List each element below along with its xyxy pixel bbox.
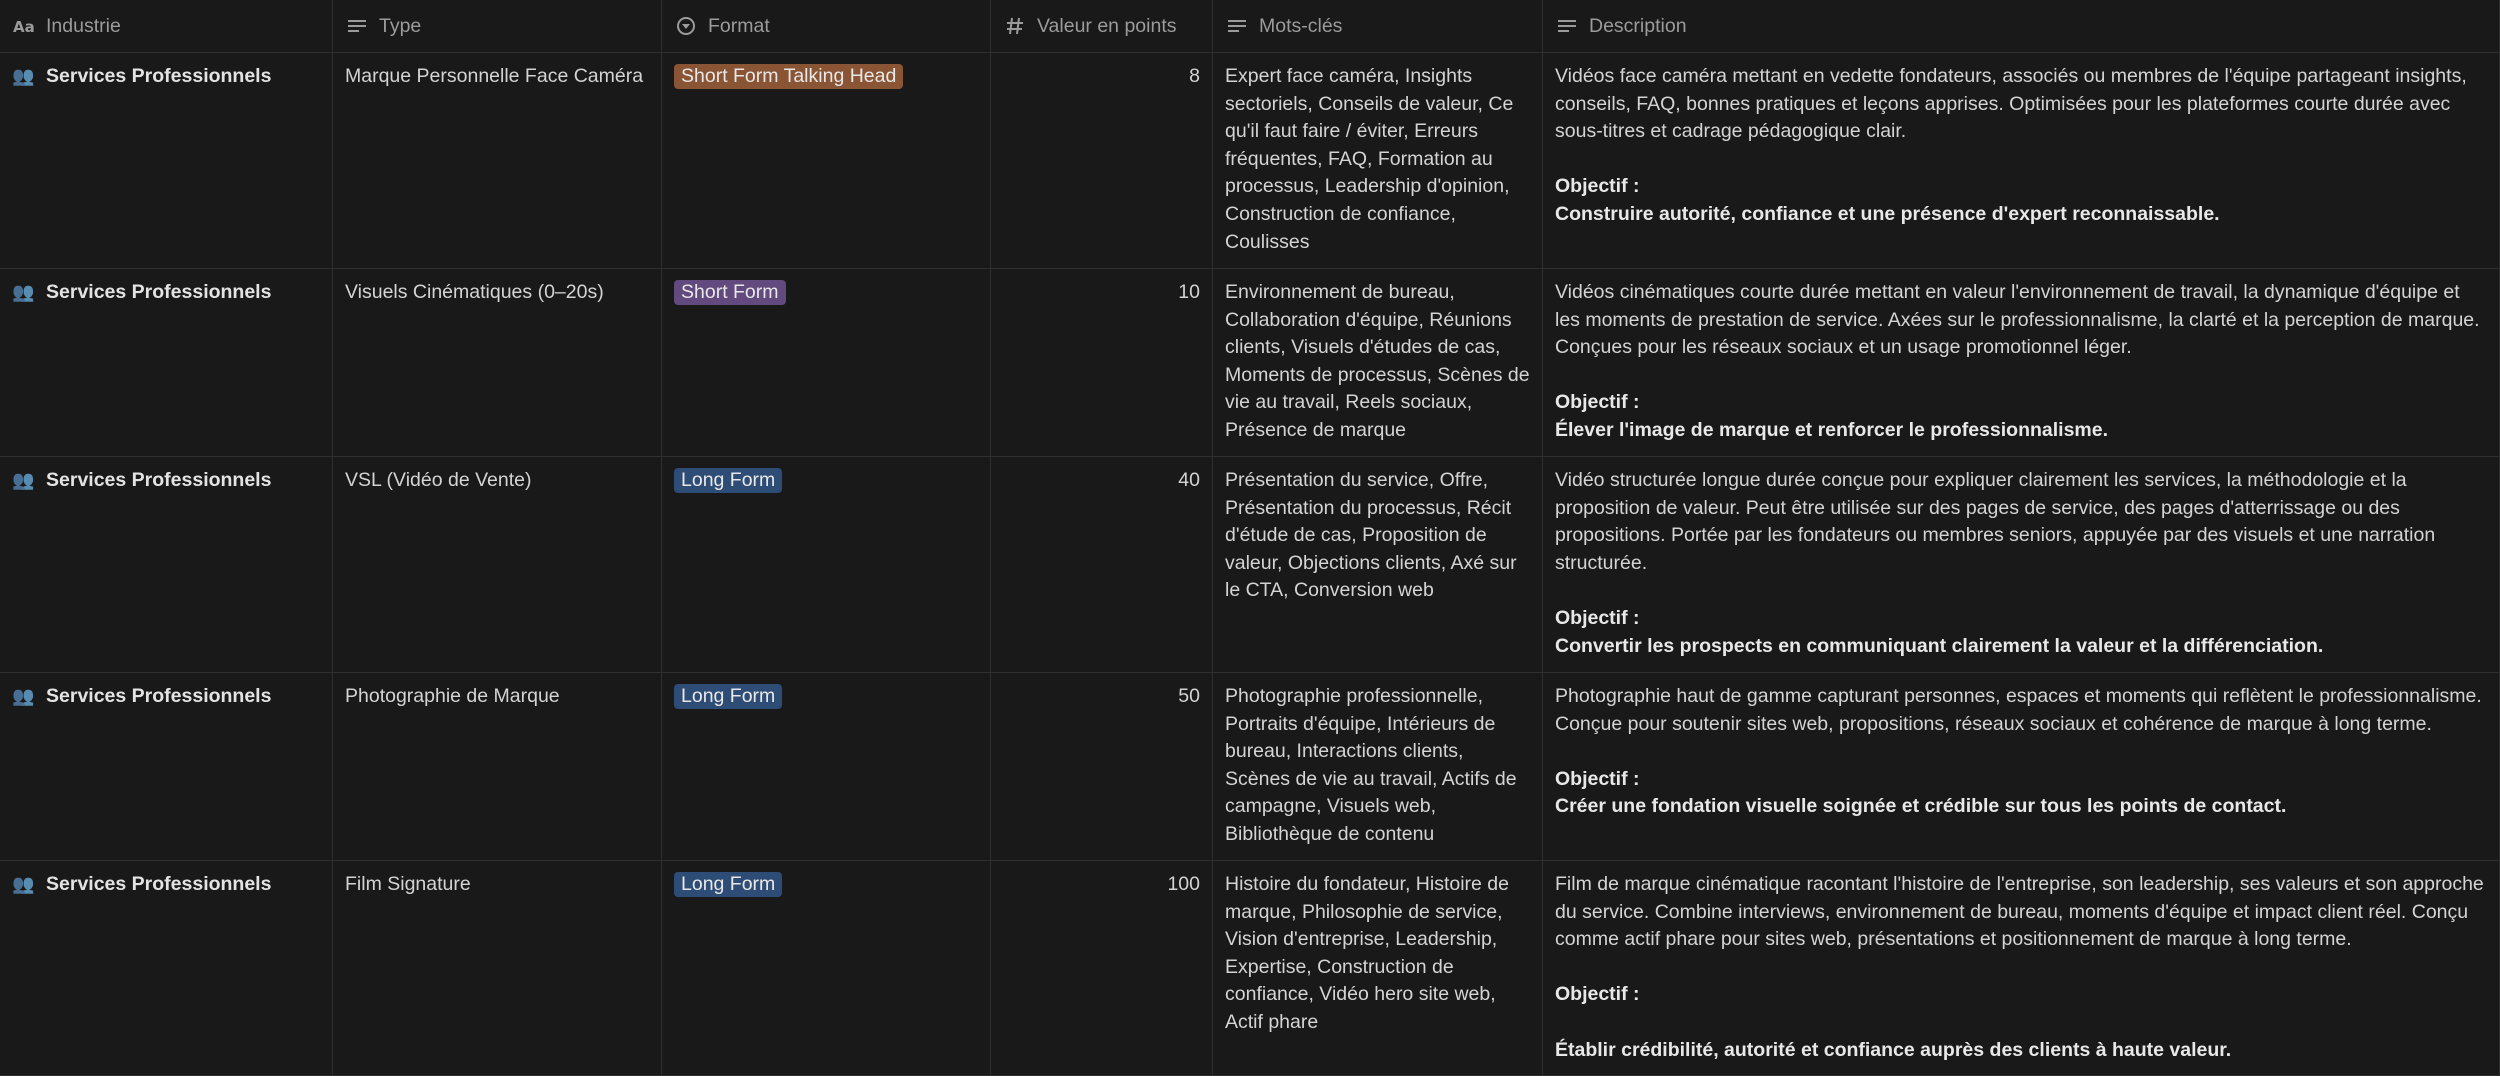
keywords-cell[interactable]: Environnement de bureau, Collaboration d… [1213,269,1543,456]
column-header-mots-cles[interactable]: Mots-clés [1213,0,1543,52]
type-cell[interactable]: VSL (Vidéo de Vente) [333,457,662,672]
objective-label: Objectif : [1555,606,1640,629]
format-cell[interactable]: Long Form [662,673,991,860]
select-circle-icon [674,14,698,38]
people-icon: 👥 [12,686,35,706]
format-tag: Long Form [674,872,783,897]
people-icon: 👥 [12,874,35,894]
description-text: Vidéos cinématiques courte durée mettant… [1555,281,2480,359]
column-header-label: Type [379,14,422,37]
type-cell[interactable]: Visuels Cinématiques (0–20s) [333,269,662,456]
column-header-description[interactable]: Description [1543,0,2500,52]
description-text: Film de marque cinématique racontant l'h… [1555,873,2484,951]
industry-label: Services Professionnels [46,873,272,895]
description-cell[interactable]: Vidéos cinématiques courte durée mettant… [1543,269,2500,456]
column-header-label: Description [1589,14,1687,37]
svg-text:Aa: Aa [13,18,35,34]
objective-text: Créer une fondation visuelle soignée et … [1555,795,2287,818]
keywords-cell[interactable]: Expert face caméra, Insights sectoriels,… [1213,53,1543,268]
number-hash-icon [1003,14,1027,38]
people-icon: 👥 [12,282,35,302]
table-row: 👥 Services Professionnels Visuels Cinéma… [0,269,2500,457]
points-cell[interactable]: 8 [991,53,1213,268]
industry-cell[interactable]: 👥 Services Professionnels [0,53,333,268]
type-cell[interactable]: Photographie de Marque [333,673,662,860]
format-tag: Long Form [674,468,783,493]
format-cell[interactable]: Short Form Talking Head [662,53,991,268]
objective-text: Élever l'image de marque et renforcer le… [1555,418,2109,441]
objective-label: Objectif : [1555,767,1640,790]
keywords-cell[interactable]: Présentation du service, Offre, Présenta… [1213,457,1543,672]
column-header-type[interactable]: Type [333,0,662,52]
type-cell[interactable]: Marque Personnelle Face Caméra [333,53,662,268]
description-text: Vidéo structurée longue durée conçue pou… [1555,469,2436,574]
people-icon: 👥 [12,66,35,86]
objective-text: Construire autorité, confiance et une pr… [1555,202,2220,225]
objective-text: Convertir les prospects en communiquant … [1555,634,2324,657]
description-cell[interactable]: Photographie haut de gamme capturant per… [1543,673,2500,860]
points-cell[interactable]: 40 [991,457,1213,672]
description-cell[interactable]: Vidéos face caméra mettant en vedette fo… [1543,53,2500,268]
table-row: 👥 Services Professionnels VSL (Vidéo de … [0,457,2500,673]
objective-label: Objectif : [1555,983,1640,1006]
format-tag: Short Form [674,280,786,305]
points-cell[interactable]: 50 [991,673,1213,860]
type-cell[interactable]: Film Signature [333,861,662,1075]
description-cell[interactable]: Film de marque cinématique racontant l'h… [1543,861,2500,1075]
industry-cell[interactable]: 👥 Services Professionnels [0,673,333,860]
text-lines-icon [1225,14,1249,38]
column-header-label: Industrie [46,14,121,37]
industry-label: Services Professionnels [46,65,272,87]
table-row: 👥 Services Professionnels Marque Personn… [0,53,2500,269]
format-tag: Long Form [674,684,783,709]
points-cell[interactable]: 10 [991,269,1213,456]
industry-label: Services Professionnels [46,281,272,303]
description-text: Photographie haut de gamme capturant per… [1555,685,2482,735]
database-table: Aa Industrie Type Format Valeur en point… [0,0,2500,1076]
points-cell[interactable]: 100 [991,861,1213,1075]
format-cell[interactable]: Long Form [662,861,991,1075]
industry-cell[interactable]: 👥 Services Professionnels [0,457,333,672]
column-header-format[interactable]: Format [662,0,991,52]
table-header: Aa Industrie Type Format Valeur en point… [0,0,2500,53]
column-header-valeur[interactable]: Valeur en points [991,0,1213,52]
text-lines-icon [1555,14,1579,38]
industry-label: Services Professionnels [46,469,272,491]
industry-cell[interactable]: 👥 Services Professionnels [0,861,333,1075]
title-aa-icon: Aa [12,14,36,38]
format-cell[interactable]: Short Form [662,269,991,456]
industry-cell[interactable]: 👥 Services Professionnels [0,269,333,456]
keywords-cell[interactable]: Photographie professionnelle, Portraits … [1213,673,1543,860]
format-cell[interactable]: Long Form [662,457,991,672]
column-header-label: Format [708,14,770,37]
description-text: Vidéos face caméra mettant en vedette fo… [1555,65,2467,143]
text-lines-icon [345,14,369,38]
objective-label: Objectif : [1555,391,1640,414]
table-row: 👥 Services Professionnels Photographie d… [0,673,2500,861]
industry-label: Services Professionnels [46,685,272,707]
column-header-industrie[interactable]: Aa Industrie [0,0,333,52]
format-tag: Short Form Talking Head [674,64,904,89]
table-row: 👥 Services Professionnels Film Signature… [0,861,2500,1076]
objective-label: Objectif : [1555,175,1640,198]
people-icon: 👥 [12,470,35,490]
keywords-cell[interactable]: Histoire du fondateur, Histoire de marqu… [1213,861,1543,1075]
description-cell[interactable]: Vidéo structurée longue durée conçue pou… [1543,457,2500,672]
objective-text: Établir crédibilité, autorité et confian… [1555,1038,2232,1061]
column-header-label: Mots-clés [1259,14,1343,37]
column-header-label: Valeur en points [1037,14,1177,37]
